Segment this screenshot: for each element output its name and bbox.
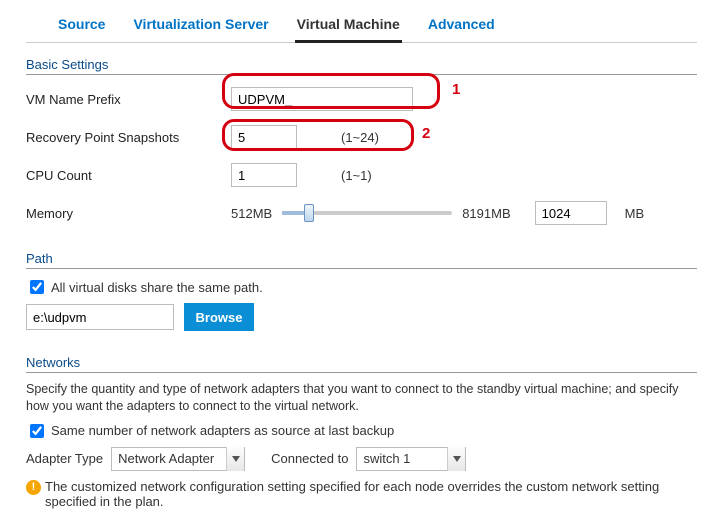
cpu-count-hint: (1~1) [341,168,372,183]
same-adapters-label: Same number of network adapters as sourc… [51,423,394,438]
path-title: Path [26,237,697,269]
same-adapters-checkbox[interactable] [30,424,44,438]
browse-button[interactable]: Browse [184,303,254,331]
chevron-down-icon [447,447,465,471]
memory-label: Memory [26,206,231,221]
connected-to-value: switch 1 [363,451,447,466]
vm-name-prefix-input[interactable] [231,87,413,111]
vm-name-prefix-label: VM Name Prefix [26,92,231,107]
recovery-snapshots-label: Recovery Point Snapshots [26,130,231,145]
memory-slider[interactable] [282,211,452,215]
recovery-snapshots-input[interactable] [231,125,297,149]
memory-min: 512MB [231,206,272,221]
annotation-label-1: 1 [452,81,460,98]
networks-description: Specify the quantity and type of network… [26,381,697,415]
recovery-snapshots-hint: (1~24) [341,130,379,145]
adapter-type-value: Network Adapter [118,451,226,466]
tab-virtualization-server[interactable]: Virtualization Server [131,10,270,42]
cpu-count-label: CPU Count [26,168,231,183]
connected-to-label: Connected to [271,451,348,466]
warning-icon: ! [26,480,41,495]
basic-settings-title: Basic Settings [26,43,697,75]
memory-max: 8191MB [462,206,510,221]
warning-text: The customized network configuration set… [45,479,697,509]
tab-source[interactable]: Source [56,10,107,42]
memory-input[interactable] [535,201,607,225]
chevron-down-icon [226,447,244,471]
cpu-count-input[interactable] [231,163,297,187]
share-path-checkbox[interactable] [30,280,44,294]
adapter-type-label: Adapter Type [26,451,103,466]
connected-to-select[interactable]: switch 1 [356,447,466,471]
memory-slider-thumb[interactable] [304,204,314,222]
annotation-label-2: 2 [422,125,430,142]
tab-advanced[interactable]: Advanced [426,10,497,42]
adapter-type-select[interactable]: Network Adapter [111,447,245,471]
memory-unit: MB [625,206,645,221]
tab-virtual-machine[interactable]: Virtual Machine [295,10,402,43]
networks-title: Networks [26,341,697,373]
path-input[interactable] [26,304,174,330]
share-path-label: All virtual disks share the same path. [51,280,263,295]
